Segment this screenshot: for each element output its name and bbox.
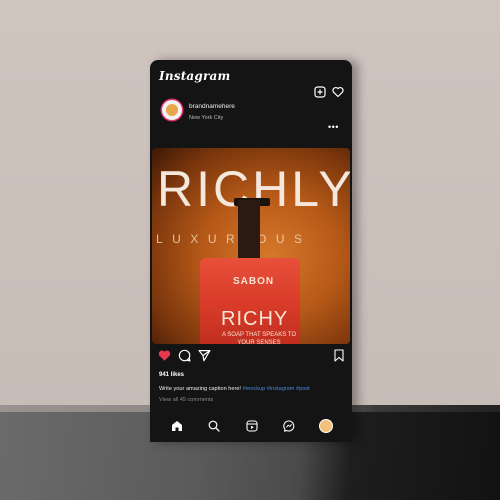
bottom-nav	[150, 414, 352, 442]
messenger-icon[interactable]	[283, 420, 295, 432]
post-username[interactable]: brandnamehere	[189, 103, 235, 110]
view-comments-link[interactable]: View all 45 comments	[159, 397, 213, 403]
bottle-neck	[238, 200, 260, 260]
post-actions	[150, 348, 352, 364]
heart-icon[interactable]	[332, 86, 344, 98]
search-icon[interactable]	[208, 420, 220, 432]
app-header: Instagram	[150, 60, 352, 98]
caption-text: Write your amazing caption here!	[159, 386, 243, 392]
brand-avatar[interactable]	[162, 100, 182, 120]
post-caption: Write your amazing caption here! #mockup…	[159, 386, 349, 392]
bottle-name: RICHY	[221, 308, 289, 330]
add-post-icon[interactable]	[314, 86, 326, 98]
likes-count[interactable]: 941 likes	[159, 372, 184, 378]
home-icon[interactable]	[171, 420, 183, 432]
post-image[interactable]: RICHLY LUXURIOUS SABON RICHY A SOAP THAT…	[152, 148, 350, 344]
like-icon[interactable]	[158, 349, 171, 362]
app-logo: Instagram	[159, 69, 231, 83]
comment-icon[interactable]	[178, 349, 191, 362]
post-location[interactable]: New York City	[189, 115, 223, 121]
caption-hashtags[interactable]: #mockup #instagram #post	[243, 386, 310, 392]
save-icon[interactable]	[333, 349, 345, 362]
more-options-icon[interactable]: •••	[328, 122, 339, 132]
reels-icon[interactable]	[246, 420, 258, 432]
phone-screen: Instagram brandnamehere New York City ••…	[150, 60, 352, 442]
share-icon[interactable]	[198, 349, 211, 362]
profile-avatar[interactable]	[320, 420, 332, 432]
bottle-tagline: A SOAP THAT SPEAKS TO YOUR SENSES	[221, 332, 297, 344]
bottle-brand: SABON	[233, 276, 275, 287]
post-header: brandnamehere New York City •••	[150, 98, 352, 132]
